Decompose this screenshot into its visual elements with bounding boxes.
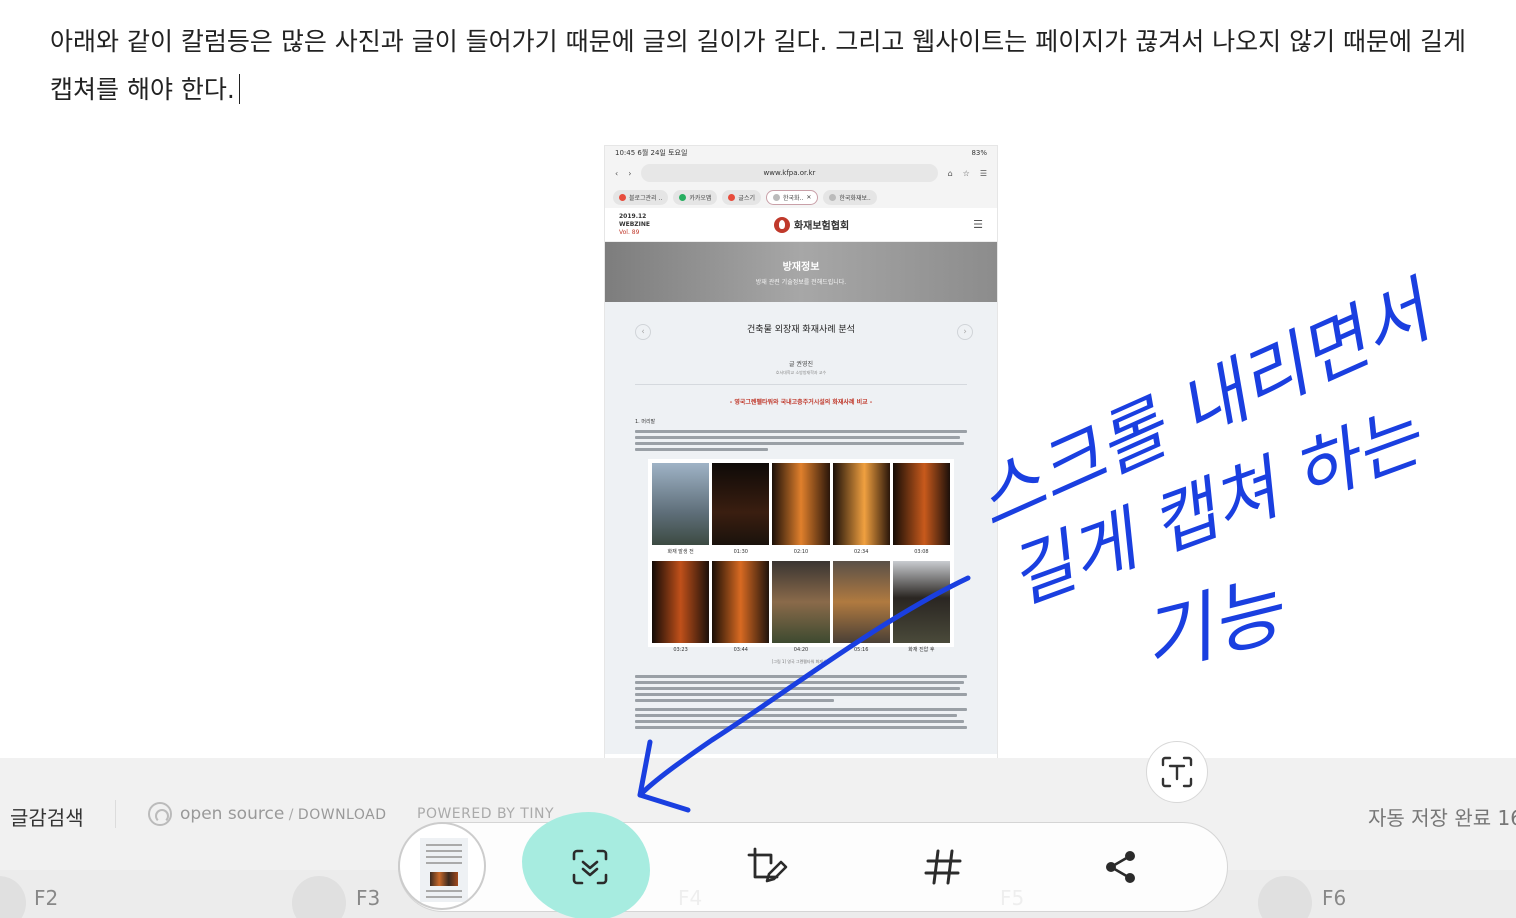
article-title: 건축물 외장재 화재사례 분석 — [747, 325, 855, 335]
photo: 03:23 — [652, 561, 710, 653]
text-caret — [238, 74, 241, 104]
next-article-icon: › — [957, 324, 973, 340]
capture-thumbnail[interactable] — [398, 822, 486, 910]
photo: 05:16 — [832, 561, 890, 653]
microphone-icon[interactable] — [1258, 876, 1312, 918]
article-subtitle: - 영국그렌펠타워와 국내고층주거시설의 화재사례 비교 - — [729, 399, 873, 406]
clipboard-icon[interactable] — [0, 876, 26, 918]
editor-line-2: 캡쳐를 해야 한다. — [50, 66, 1516, 114]
annotation-line-2: 길게 캡쳐 하는 — [998, 394, 1434, 620]
status-battery: 83% — [971, 149, 987, 157]
browser-tabs: 블로그관리 .. 카카오맵 글스기 한국화.. ✕ 한국화재보.. — [605, 186, 997, 208]
hamburger-icon: ☰ — [973, 218, 983, 231]
photo: 01:30 — [712, 463, 770, 555]
browser-tab-active: 한국화.. ✕ — [765, 189, 819, 205]
menu-icon: ☰ — [979, 168, 987, 178]
text-extract-icon — [1161, 756, 1193, 788]
scroll-capture-button[interactable] — [555, 832, 625, 902]
tablet-status-bar: 10:45 6월 24일 토요일 83% — [605, 146, 997, 160]
autosave-status: 자동 저장 완료 16 — [1368, 806, 1516, 830]
extract-text-button[interactable] — [1146, 741, 1208, 803]
browser-tab: 카카오맵 — [673, 189, 718, 205]
open-source-icon — [148, 802, 172, 826]
url-field: www.kfpa.or.kr — [641, 164, 938, 182]
scroll-capture-icon — [572, 849, 608, 885]
annotation-line-1: 스크롤 내리면서 — [963, 266, 1448, 543]
material-search-button[interactable]: 글감검색 — [10, 802, 84, 831]
fire-photo-grid: 화재 발생 전 01:30 02:10 02:34 03:08 03:23 03… — [648, 459, 954, 653]
article-body: ‹ › 건축물 외장재 화재사례 분석 글 권영진 호서대학교 소방방재학과 교… — [605, 302, 997, 754]
share-button[interactable] — [1086, 832, 1156, 902]
embedded-screenshot[interactable]: 10:45 6월 24일 토요일 83% ‹ › www.kfpa.or.kr … — [605, 146, 997, 758]
site-header: 2019.12 WEBZINE Vol. 89 화재보험협회 ☰ — [605, 208, 997, 242]
home-icon: ⌂ — [947, 168, 953, 178]
editor-line-1: 아래와 같이 칼럼등은 많은 사진과 글이 들어가기 때문에 글의 길이가 길다… — [50, 27, 1466, 56]
share-icon — [1106, 851, 1135, 883]
editor-content[interactable]: 아래와 같이 칼럼등은 많은 사진과 글이 들어가기 때문에 글의 길이가 길다… — [50, 18, 1516, 114]
photo: 화재 발생 전 — [652, 463, 710, 555]
photo: 04:20 — [772, 561, 830, 653]
hero-subtitle: 방재 관련 기술정보를 전해드립니다. — [755, 279, 847, 286]
fkey-label: F3 — [356, 886, 381, 910]
browser-tab: 한국화재보.. — [823, 189, 877, 205]
status-time: 10:45 6월 24일 토요일 — [615, 149, 688, 157]
site-logo-icon — [773, 216, 790, 233]
photo: 03:08 — [892, 463, 950, 555]
prev-article-icon: ‹ — [635, 324, 651, 340]
figure-caption: [그림 1] 영국 그렌펠타워 화재사례 — [771, 659, 831, 664]
open-source-link[interactable]: open source / DOWNLOAD — [180, 804, 386, 824]
section-heading: 1. 머리말 — [635, 419, 656, 425]
paragraph-lines — [635, 430, 967, 451]
powered-by-label: POWERED BY TINY — [417, 806, 554, 822]
divider — [635, 384, 967, 385]
photo: 02:34 — [832, 463, 890, 555]
hero-banner: 방재정보 방재 관련 기술정보를 전해드립니다. — [605, 242, 997, 302]
divider — [115, 800, 116, 828]
crop-draw-button[interactable] — [732, 832, 802, 902]
article-author: 글 권영진 호서대학교 소방방재학과 교수 — [775, 361, 827, 375]
browser-tab: 글스기 — [722, 189, 761, 205]
hashtag-icon — [924, 849, 962, 885]
photo: 03:44 — [712, 561, 770, 653]
fkey-label: F2 — [34, 886, 59, 910]
browser-url-bar: ‹ › www.kfpa.or.kr ⌂ ☆ ☰ — [605, 160, 997, 186]
fkey-label: F6 — [1322, 886, 1347, 910]
paragraph-lines — [635, 675, 967, 729]
webzine-label: 2019.12 WEBZINE Vol. 89 — [619, 212, 650, 236]
forward-icon: › — [628, 168, 632, 178]
site-brand: 화재보험협회 — [773, 216, 849, 233]
annotation-line-3: 기능 — [1133, 564, 1294, 685]
back-icon: ‹ — [615, 168, 619, 178]
hashtag-button[interactable] — [908, 832, 978, 902]
photo: 02:10 — [772, 463, 830, 555]
keypad-icon[interactable] — [292, 876, 346, 918]
hero-title: 방재정보 — [782, 262, 820, 273]
crop-pen-icon — [747, 847, 788, 883]
star-icon: ☆ — [962, 168, 970, 178]
photo: 화재 진압 후 — [892, 561, 950, 653]
browser-tab: 블로그관리 .. — [613, 189, 669, 205]
